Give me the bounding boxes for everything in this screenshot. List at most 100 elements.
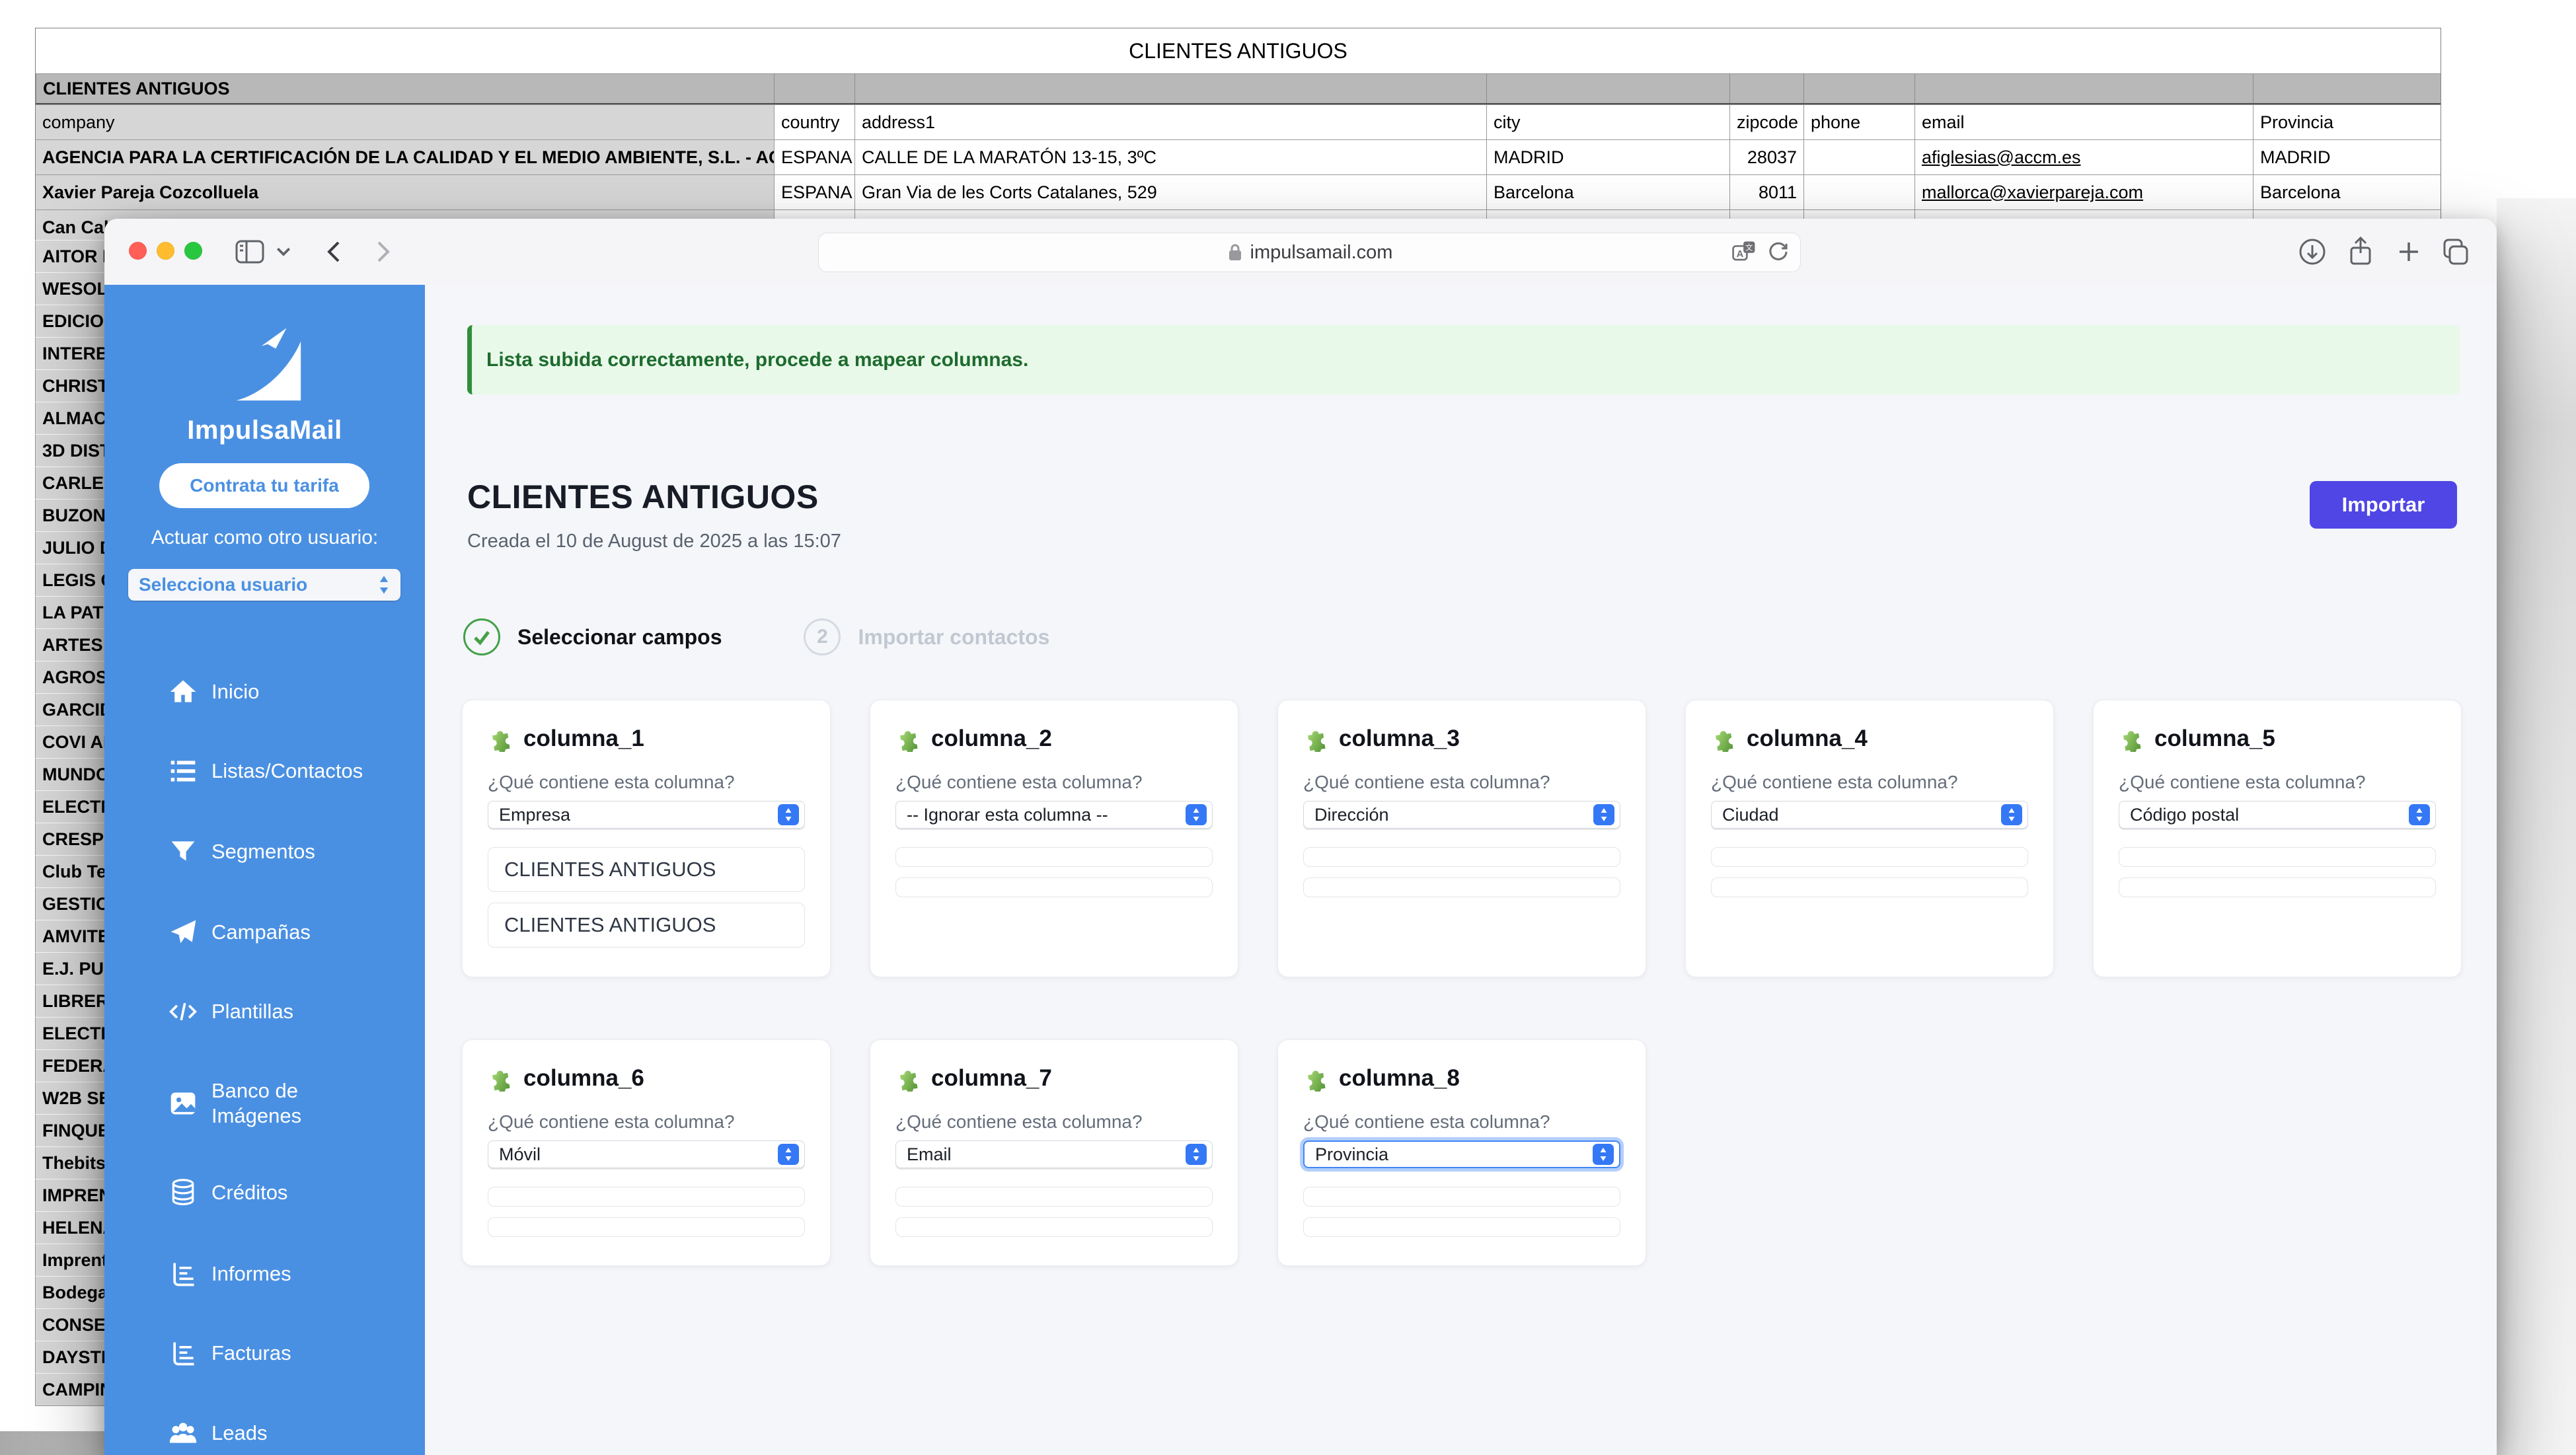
- spreadsheet-window[interactable]: CLIENTES ANTIGUOS CLIENTES ANTIGUOS comp…: [35, 28, 2441, 245]
- sheet-cell: [1729, 74, 1803, 103]
- column-card-columna_3: columna_3 ¿Qué contiene esta columna? Dire…: [1277, 700, 1646, 977]
- sidebar-item-segmentos[interactable]: Segmentos: [104, 832, 425, 872]
- impulsamail-logo-icon: [222, 322, 308, 391]
- download-icon[interactable]: [2296, 236, 2328, 268]
- card-question: ¿Qué contiene esta columna?: [895, 772, 1213, 793]
- sidebar-toggle-icon[interactable]: [234, 236, 266, 268]
- puzzle-icon: [895, 1065, 922, 1092]
- contract-plan-button[interactable]: Contrata tu tarifa: [159, 463, 369, 508]
- sheet-cell: [1486, 74, 1729, 103]
- sidebar-item-plantillas[interactable]: Plantillas: [104, 992, 425, 1031]
- column-type-select[interactable]: Código postal: [2119, 801, 2436, 829]
- paper-plane-icon: [169, 918, 198, 947]
- card-title: columna_7: [931, 1065, 1052, 1092]
- sheet-cell: AGENCIA PARA LA CERTIFICACIÓN DE LA CALI…: [36, 140, 774, 174]
- card-title: columna_5: [2154, 726, 2275, 752]
- desktop-background-right: [2497, 198, 2576, 1455]
- close-icon[interactable]: [129, 242, 147, 260]
- column-type-select[interactable]: -- Ignorar esta columna --: [895, 801, 1213, 829]
- sheet-cell: 28037: [1729, 140, 1803, 174]
- share-icon[interactable]: [2345, 236, 2376, 268]
- select-stepper-icon: [2001, 804, 2022, 825]
- sheet-cell: country: [774, 105, 854, 139]
- import-button[interactable]: Importar: [2310, 481, 2457, 529]
- minimize-icon[interactable]: [157, 242, 174, 260]
- sidebar-item-label: Créditos: [211, 1180, 287, 1205]
- select-value: Código postal: [2130, 805, 2239, 825]
- sheet-cell: Provincia: [2253, 105, 2441, 139]
- sheet-cell: city: [1486, 105, 1729, 139]
- reload-icon[interactable]: [1766, 239, 1791, 264]
- translate-icon[interactable]: A 文: [1731, 239, 1757, 264]
- column-type-select[interactable]: Empresa: [488, 801, 805, 829]
- sample-value-box: [2119, 847, 2436, 867]
- select-stepper-icon: [1186, 1144, 1207, 1165]
- step-2-circle: 2: [804, 618, 841, 655]
- page-title: CLIENTES ANTIGUOS: [467, 478, 819, 516]
- forward-icon[interactable]: [366, 236, 398, 268]
- people-icon: [169, 1419, 198, 1448]
- column-type-select[interactable]: Provincia: [1303, 1140, 1620, 1168]
- card-question: ¿Qué contiene esta columna?: [488, 1111, 805, 1133]
- chart-icon: [169, 1339, 198, 1368]
- sidebar-item-facturas[interactable]: Facturas: [104, 1333, 425, 1373]
- column-type-select[interactable]: Email: [895, 1140, 1213, 1168]
- sheet-cell: [1803, 74, 1914, 103]
- back-icon[interactable]: [319, 236, 351, 268]
- puzzle-icon: [488, 726, 514, 752]
- sheet-cell: CALLE DE LA MARATÓN 13-15, 3ºC: [854, 140, 1486, 174]
- puzzle-icon: [1303, 726, 1330, 752]
- sample-value-box: [895, 1187, 1213, 1207]
- column-card-columna_5: columna_5¿Qué contiene esta columna?Códi…: [2093, 700, 2462, 977]
- url-text: impulsamail.com: [1250, 242, 1393, 264]
- url-field[interactable]: impulsamail.com A 文: [818, 233, 1801, 272]
- sidebar-item-listas-contactos[interactable]: Listas/Contactos: [104, 751, 425, 791]
- tabs-overview-icon[interactable]: [2439, 236, 2471, 268]
- select-stepper-icon: [2409, 804, 2430, 825]
- new-tab-icon[interactable]: [2393, 236, 2425, 268]
- chevron-down-icon[interactable]: [274, 241, 293, 261]
- puzzle-icon: [488, 1065, 514, 1092]
- image-icon: [169, 1089, 198, 1118]
- select-stepper-icon: [778, 1144, 799, 1165]
- sheet-data-row: Xavier Pareja CozcolluelaESPANAGran Via …: [36, 174, 2441, 209]
- column-type-select[interactable]: Ciudad: [1711, 801, 2028, 829]
- sidebar-item-leads[interactable]: Leads: [104, 1413, 425, 1453]
- sidebar-item-label: Campañas: [211, 920, 311, 945]
- sidebar-item-cr-ditos[interactable]: Créditos: [104, 1173, 425, 1212]
- sidebar-item-label: Leads: [211, 1421, 267, 1446]
- sidebar-item-inicio[interactable]: Inicio: [104, 672, 425, 712]
- sheet-data-row: AGENCIA PARA LA CERTIFICACIÓN DE LA CALI…: [36, 139, 2441, 174]
- brand-name: ImpulsaMail: [104, 416, 425, 445]
- sidebar-item-informes[interactable]: Informes: [104, 1254, 425, 1294]
- sheet-cell: ESPANA: [774, 175, 854, 209]
- zoom-icon[interactable]: [184, 242, 202, 260]
- step-done-circle: [463, 618, 500, 655]
- card-title: columna_1: [523, 726, 644, 752]
- sheet-cell: Gran Via de les Corts Catalanes, 529: [854, 175, 1486, 209]
- column-type-select[interactable]: Móvil: [488, 1140, 805, 1168]
- user-select[interactable]: Selecciona usuario: [128, 569, 400, 601]
- sheet-cell: Barcelona: [1486, 175, 1729, 209]
- sidebar-item-banco-de-im-genes[interactable]: Banco de Imágenes: [104, 1072, 425, 1135]
- puzzle-icon: [1711, 726, 1737, 752]
- sidebar-item-campa-as[interactable]: Campañas: [104, 913, 425, 952]
- success-alert: Lista subida correctamente, procede a ma…: [467, 325, 2460, 394]
- sample-value-box: [2119, 877, 2436, 897]
- sample-value-box: CLIENTES ANTIGUOS: [488, 903, 805, 948]
- column-card-columna_8: columna_8¿Qué contiene esta columna?Prov…: [1277, 1039, 1646, 1266]
- lock-icon: [1227, 243, 1244, 262]
- column-type-select[interactable]: Dirección: [1303, 801, 1620, 829]
- card-title: columna_3: [1339, 726, 1460, 752]
- svg-text:文: 文: [1745, 243, 1753, 252]
- sheet-cell: [1803, 140, 1914, 174]
- steps-indicator: Seleccionar campos 2 Importar contactos: [463, 616, 1049, 657]
- card-question: ¿Qué contiene esta columna?: [1303, 772, 1620, 793]
- browser-window: impulsamail.com A 文: [104, 219, 2497, 1455]
- sheet-cell: Barcelona: [2253, 175, 2441, 209]
- impersonate-label: Actuar como otro usuario:: [104, 527, 425, 549]
- sheet-cell: CLIENTES ANTIGUOS: [36, 74, 774, 103]
- sidebar-item-label: Segmentos: [211, 839, 315, 864]
- sheet-cell: [2253, 74, 2441, 103]
- sheet-cell: Xavier Pareja Cozcolluela: [36, 175, 774, 209]
